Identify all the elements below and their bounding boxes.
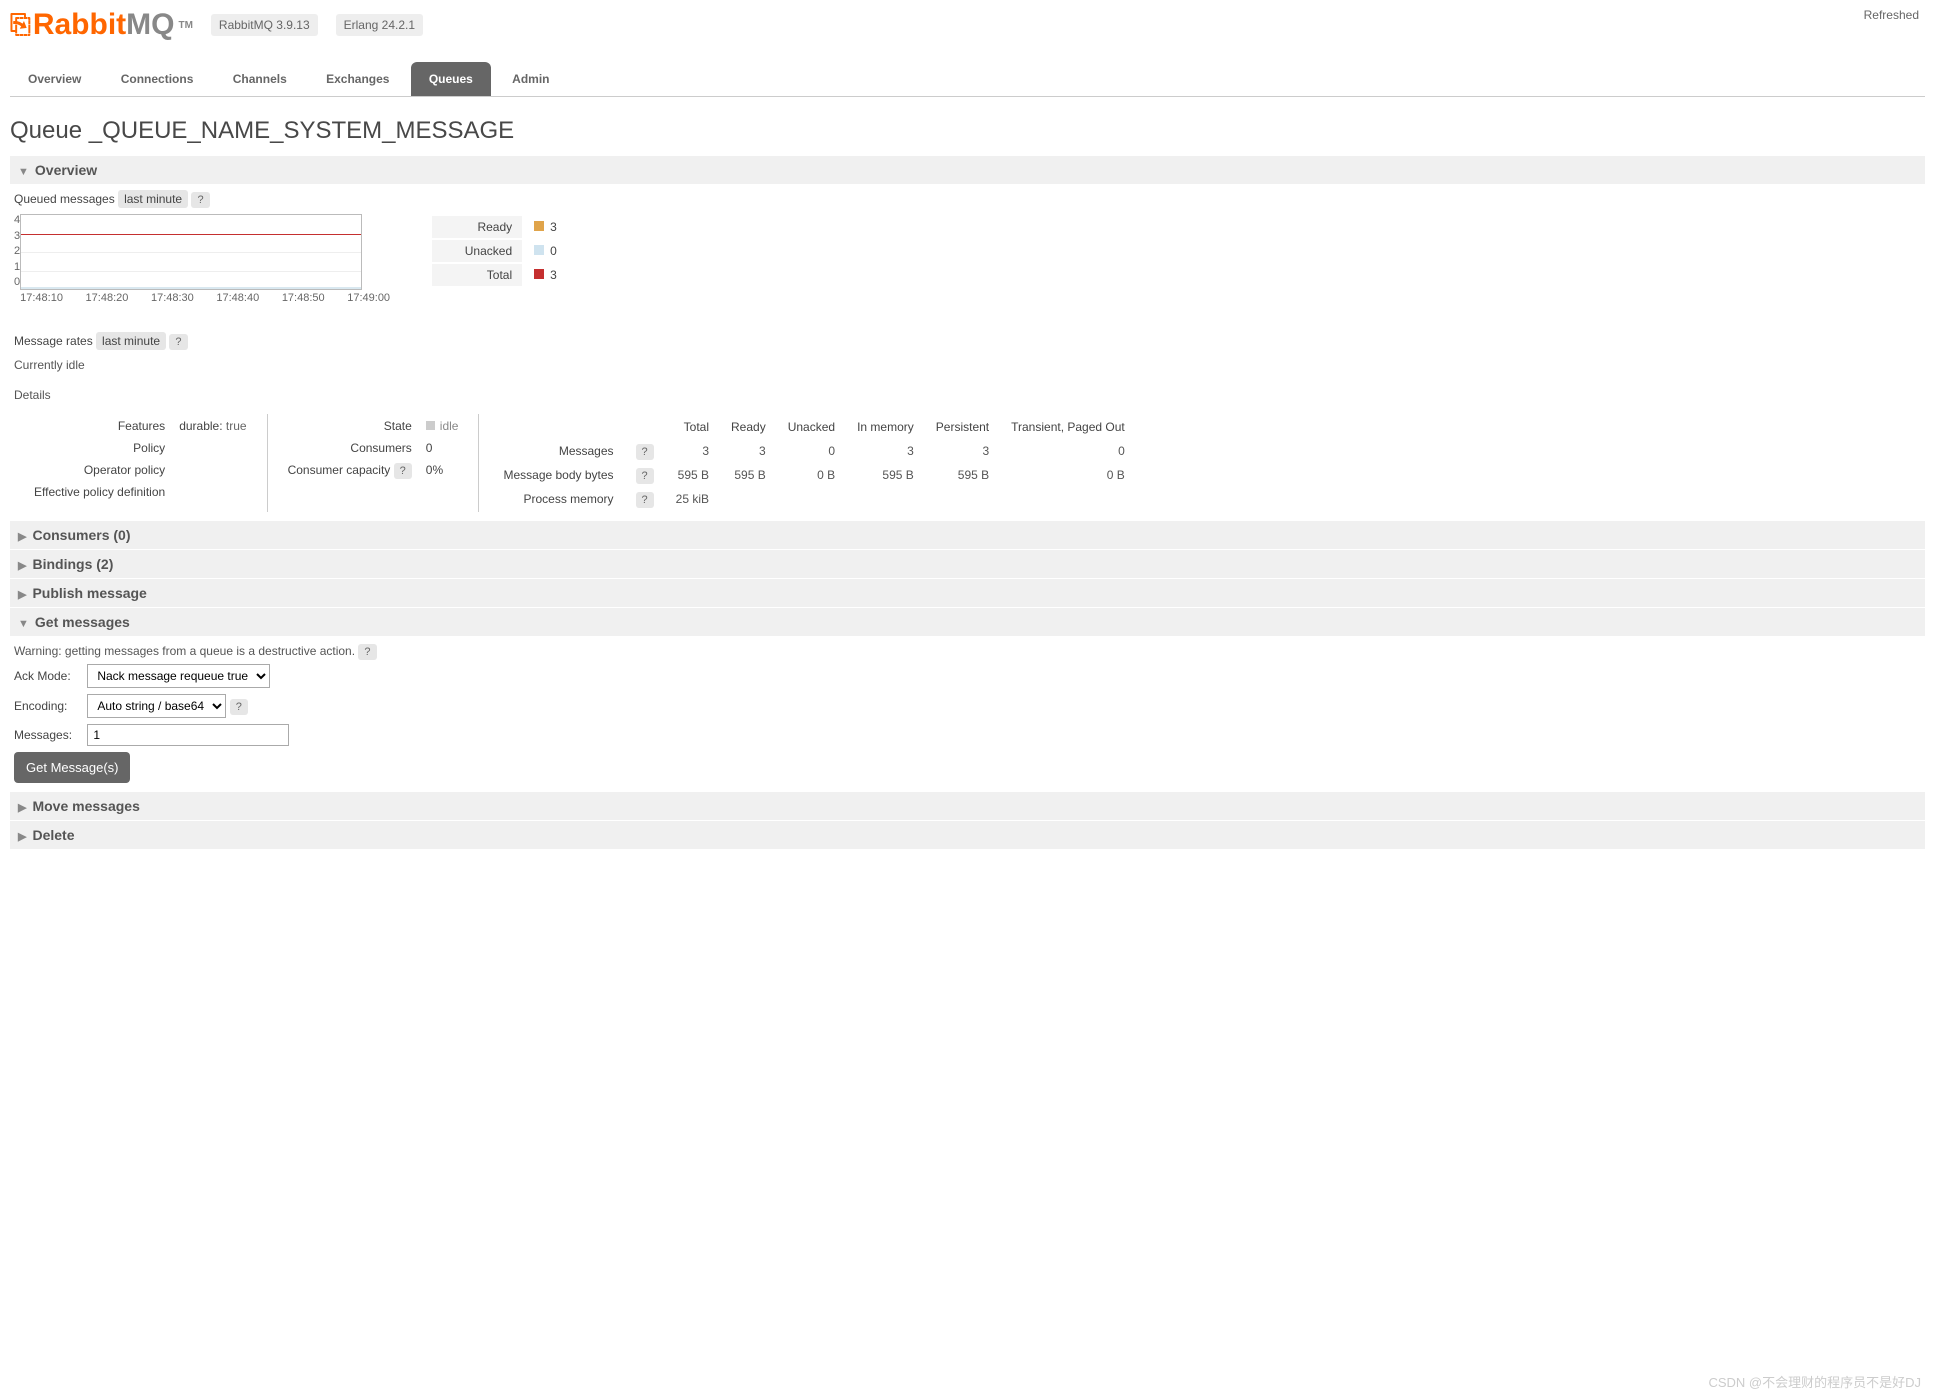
- help-icon[interactable]: ?: [394, 463, 412, 479]
- section-move[interactable]: ▶Move messages: [10, 791, 1925, 820]
- idle-label: Currently idle: [14, 358, 1921, 372]
- ack-mode-label: Ack Mode:: [14, 669, 84, 683]
- section-delete[interactable]: ▶Delete: [10, 820, 1925, 849]
- help-icon[interactable]: ?: [636, 492, 654, 508]
- section-overview[interactable]: ▼Overview: [10, 155, 1925, 184]
- queued-messages-label: Queued messages: [14, 192, 115, 206]
- erlang-badge: Erlang 24.2.1: [336, 14, 423, 36]
- section-consumers[interactable]: ▶Consumers (0): [10, 520, 1925, 549]
- tab-channels[interactable]: Channels: [215, 62, 305, 96]
- rabbit-icon: ⎘: [10, 9, 31, 41]
- stats-table: TotalReadyUnackedIn memoryPersistentTran…: [491, 414, 1136, 512]
- tab-connections[interactable]: Connections: [103, 62, 212, 96]
- help-icon[interactable]: ?: [169, 334, 187, 350]
- chevron-down-icon: ▼: [18, 618, 29, 630]
- tab-overview[interactable]: Overview: [10, 62, 99, 96]
- chevron-right-icon: ▶: [18, 560, 26, 572]
- get-messages-button[interactable]: Get Message(s): [14, 752, 130, 783]
- time-range[interactable]: last minute: [118, 190, 188, 208]
- chevron-right-icon: ▶: [18, 831, 26, 843]
- help-icon[interactable]: ?: [358, 644, 376, 660]
- tab-queues[interactable]: Queues: [411, 62, 491, 96]
- chart-xaxis: 17:48:1017:48:2017:48:3017:48:4017:48:50…: [20, 292, 390, 304]
- nav-tabs: Overview Connections Channels Exchanges …: [10, 62, 1925, 97]
- time-range[interactable]: last minute: [96, 332, 166, 350]
- encoding-select[interactable]: Auto string / base64: [87, 694, 226, 718]
- section-publish[interactable]: ▶Publish message: [10, 578, 1925, 607]
- tab-admin[interactable]: Admin: [494, 62, 567, 96]
- chevron-right-icon: ▶: [18, 802, 26, 814]
- watermark: CSDN @不会理财的程序员不是好DJ: [1708, 1372, 1921, 1391]
- encoding-label: Encoding:: [14, 699, 84, 713]
- tab-exchanges[interactable]: Exchanges: [308, 62, 407, 96]
- messages-input[interactable]: [87, 724, 289, 746]
- page-title: Queue _QUEUE_NAME_SYSTEM_MESSAGE: [10, 117, 1925, 145]
- details-label: Details: [14, 388, 1921, 402]
- message-rates-label: Message rates: [14, 334, 93, 348]
- warning-text: Warning: getting messages from a queue i…: [14, 644, 355, 658]
- help-icon[interactable]: ?: [636, 444, 654, 460]
- help-icon[interactable]: ?: [230, 699, 248, 715]
- section-get-messages[interactable]: ▼Get messages: [10, 607, 1925, 636]
- messages-label: Messages:: [14, 728, 84, 742]
- logo[interactable]: ⎘ RabbitMQ TM: [10, 8, 193, 42]
- chevron-right-icon: ▶: [18, 531, 26, 543]
- ack-mode-select[interactable]: Nack message requeue true: [87, 664, 270, 688]
- version-badge: RabbitMQ 3.9.13: [211, 14, 318, 36]
- help-icon[interactable]: ?: [636, 468, 654, 484]
- help-icon[interactable]: ?: [191, 192, 209, 208]
- chevron-down-icon: ▼: [18, 166, 29, 178]
- refreshed-label: Refreshed: [1864, 8, 1919, 22]
- chevron-right-icon: ▶: [18, 589, 26, 601]
- chart-legend: Ready3 Unacked0 Total3: [430, 214, 569, 288]
- queued-messages-chart: [20, 214, 362, 290]
- section-bindings[interactable]: ▶Bindings (2): [10, 549, 1925, 578]
